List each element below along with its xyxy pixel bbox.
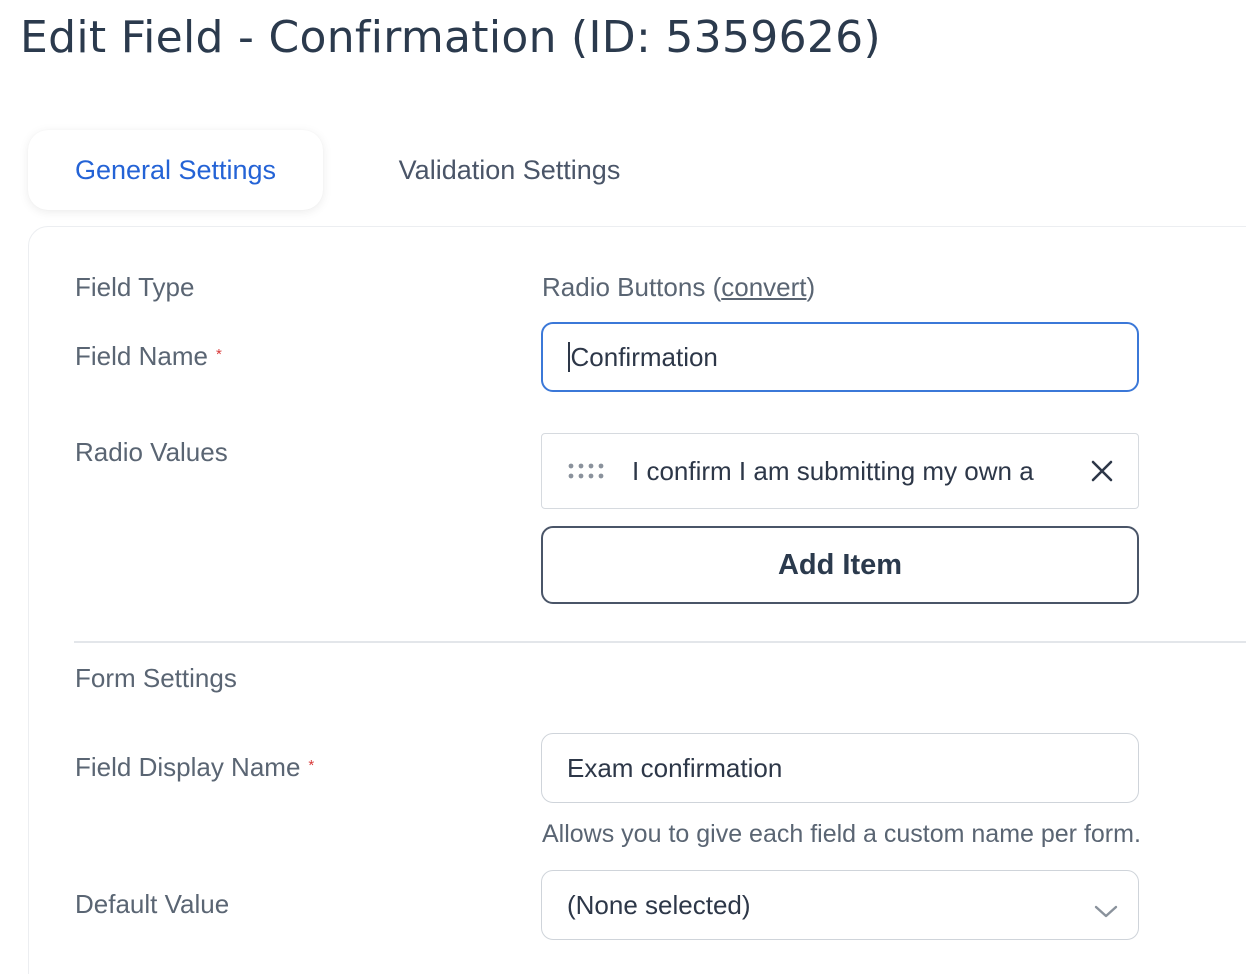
radio-value-text[interactable]: I confirm I am submitting my own a bbox=[632, 456, 1066, 487]
form-settings-heading: Form Settings bbox=[75, 663, 237, 694]
convert-paren-open: ( bbox=[712, 272, 722, 302]
required-marker: * bbox=[215, 346, 222, 363]
field-display-name-input[interactable]: Exam confirmation bbox=[541, 733, 1139, 803]
field-type-value: Radio Buttons (convert) bbox=[542, 272, 815, 303]
field-type-label-text: Field Type bbox=[75, 272, 195, 302]
default-value-label-text: Default Value bbox=[75, 889, 230, 919]
field-display-name-value: Exam confirmation bbox=[567, 752, 783, 783]
default-value-label: Default Value bbox=[75, 889, 229, 920]
tab-validation-settings-label: Validation Settings bbox=[398, 154, 621, 185]
close-icon[interactable] bbox=[1066, 460, 1138, 482]
field-name-label-text: Field Name bbox=[75, 341, 208, 371]
field-name-label: Field Name * bbox=[75, 341, 222, 372]
radio-values-label: Radio Values bbox=[75, 437, 228, 468]
field-type-text: Radio Buttons bbox=[542, 272, 706, 302]
default-value-selected: (None selected) bbox=[567, 889, 751, 920]
tab-validation-settings[interactable]: Validation Settings bbox=[362, 130, 657, 210]
field-name-input[interactable]: Confirmation bbox=[541, 322, 1139, 392]
drag-handle-icon[interactable] bbox=[542, 462, 632, 480]
field-type-label: Field Type bbox=[75, 272, 194, 303]
form-settings-heading-text: Form Settings bbox=[75, 663, 237, 693]
page-title: Edit Field - Confirmation (ID: 5359626) bbox=[20, 12, 881, 63]
radio-values-label-text: Radio Values bbox=[75, 437, 228, 467]
radio-value-item[interactable]: I confirm I am submitting my own a bbox=[541, 433, 1139, 509]
edit-field-page: Edit Field - Confirmation (ID: 5359626) … bbox=[0, 0, 1246, 974]
add-item-button[interactable]: Add Item bbox=[541, 526, 1139, 604]
field-display-name-helper: Allows you to give each field a custom n… bbox=[542, 820, 1141, 848]
convert-paren-close: ) bbox=[806, 272, 816, 302]
text-caret bbox=[568, 342, 570, 372]
required-marker: * bbox=[308, 757, 315, 774]
default-value-select[interactable]: (None selected) bbox=[541, 870, 1139, 940]
chevron-down-icon bbox=[1094, 895, 1118, 926]
field-display-name-label-text: Field Display Name bbox=[75, 752, 301, 782]
tab-general-settings-label: General Settings bbox=[74, 154, 277, 185]
section-divider bbox=[74, 641, 1246, 643]
field-display-name-label: Field Display Name * bbox=[75, 752, 314, 783]
convert-link[interactable]: convert bbox=[721, 272, 806, 302]
field-name-input-value: Confirmation bbox=[570, 341, 718, 372]
tab-general-settings[interactable]: General Settings bbox=[28, 130, 323, 210]
